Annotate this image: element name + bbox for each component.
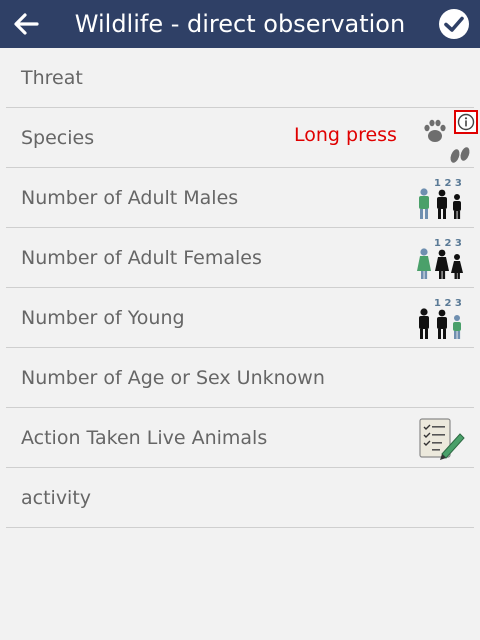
row-label: Number of Adult Males [21,187,239,209]
row-threat[interactable]: Threat [6,48,474,108]
icon-numbers: 1 2 3 [434,178,462,189]
row-label: Species [21,127,95,149]
row-age-sex-unknown[interactable]: Number of Age or Sex Unknown [6,348,474,408]
count-adult-females-icon: 1 2 3 [417,238,463,279]
count-young-icon: 1 2 3 [419,298,462,339]
icon-numbers: 1 2 3 [434,298,462,309]
page-title: Wildlife - direct observation [74,10,406,38]
checklist-pencil-icon [419,418,465,460]
row-adult-males[interactable]: Number of Adult Males 1 2 3 [6,168,474,228]
row-young[interactable]: Number of Young 1 2 3 [6,288,474,348]
long-press-hint: Long press [294,124,397,146]
back-button[interactable] [8,6,44,42]
arrow-left-icon [14,13,39,35]
field-list: Threat Species Long press Number of Adul… [0,48,480,528]
row-label: Number of Young [21,307,185,329]
row-adult-females[interactable]: Number of Adult Females 1 2 3 [6,228,474,288]
row-activity[interactable]: activity [6,468,474,528]
info-button[interactable] [454,110,478,134]
row-species[interactable]: Species Long press [6,108,478,168]
row-label: Action Taken Live Animals [21,427,268,449]
check-circle-icon [439,9,469,39]
info-icon [457,113,475,131]
done-button[interactable] [436,6,472,42]
count-adult-males-icon: 1 2 3 [419,178,462,219]
row-action-taken[interactable]: Action Taken Live Animals [6,408,474,468]
icon-numbers: 1 2 3 [434,238,462,249]
row-label: Threat [21,67,83,89]
app-bar: Wildlife - direct observation [0,0,480,48]
row-label: Number of Adult Females [21,247,262,269]
row-label: activity [21,487,92,509]
row-label: Number of Age or Sex Unknown [21,367,325,389]
